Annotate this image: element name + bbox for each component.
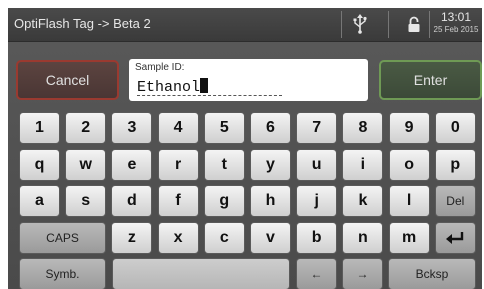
key-q[interactable]: q	[19, 149, 60, 181]
key-t[interactable]: t	[203, 149, 245, 181]
key-n[interactable]: n	[342, 222, 384, 254]
enter-button[interactable]: Enter	[379, 60, 482, 100]
key-i[interactable]: i	[342, 149, 384, 181]
text-cursor	[200, 78, 209, 93]
key-w[interactable]: w	[65, 149, 107, 181]
key-k[interactable]: k	[342, 185, 384, 217]
key-y[interactable]: y	[250, 149, 291, 181]
key-1[interactable]: 1	[19, 112, 60, 144]
key-j[interactable]: j	[296, 185, 338, 217]
clock-time: 13:01	[440, 10, 472, 24]
key-f[interactable]: f	[157, 185, 199, 217]
input-underline	[137, 95, 282, 96]
key-v[interactable]: v	[250, 222, 291, 254]
sample-id-field[interactable]: Sample ID: Ethanol	[129, 59, 368, 101]
key-c[interactable]: c	[203, 222, 245, 254]
key-a[interactable]: a	[19, 185, 60, 217]
sample-id-label: Sample ID:	[135, 62, 185, 73]
symbols-key[interactable]: Symb.	[19, 258, 106, 289]
left-arrow-key[interactable]: ←	[296, 258, 337, 289]
key-6[interactable]: 6	[250, 112, 291, 144]
right-arrow-key[interactable]: →	[342, 258, 383, 289]
key-0[interactable]: 0	[434, 112, 476, 144]
key-5[interactable]: 5	[203, 112, 245, 144]
divider	[341, 11, 342, 38]
key-z[interactable]: z	[111, 222, 153, 254]
key-8[interactable]: 8	[342, 112, 384, 144]
space-bar[interactable]	[112, 258, 290, 289]
usb-icon	[353, 14, 367, 34]
key-h[interactable]: h	[250, 185, 291, 217]
key-g[interactable]: g	[203, 185, 245, 217]
return-key[interactable]	[434, 222, 476, 254]
key-o[interactable]: o	[388, 149, 430, 181]
key-x[interactable]: x	[157, 222, 199, 254]
key-d[interactable]: d	[111, 185, 153, 217]
return-arrow-icon	[446, 232, 464, 244]
backspace-key[interactable]: Bcksp	[388, 258, 476, 289]
device-screen: OptiFlash Tag -> Beta 2 13:01 25 Feb 201…	[8, 8, 482, 289]
divider	[388, 11, 389, 38]
cancel-button[interactable]: Cancel	[16, 60, 119, 100]
key-l[interactable]: l	[388, 185, 430, 217]
key-p[interactable]: p	[434, 149, 476, 181]
title-bar: OptiFlash Tag -> Beta 2 13:01 25 Feb 201…	[8, 8, 482, 42]
key-7[interactable]: 7	[296, 112, 338, 144]
key-9[interactable]: 9	[388, 112, 430, 144]
caps-key[interactable]: CAPS	[19, 222, 106, 254]
key-2[interactable]: 2	[65, 112, 107, 144]
key-u[interactable]: u	[296, 149, 338, 181]
window-title: OptiFlash Tag -> Beta 2	[14, 16, 151, 31]
delete-key[interactable]: Del	[434, 185, 476, 217]
lock-icon[interactable]	[406, 14, 422, 34]
key-m[interactable]: m	[388, 222, 430, 254]
clock-date: 25 Feb 2015	[433, 25, 479, 34]
key-4[interactable]: 4	[157, 112, 199, 144]
key-3[interactable]: 3	[111, 112, 153, 144]
key-e[interactable]: e	[111, 149, 153, 181]
key-b[interactable]: b	[296, 222, 338, 254]
sample-id-value: Ethanol	[137, 78, 209, 96]
key-r[interactable]: r	[157, 149, 199, 181]
key-s[interactable]: s	[65, 185, 107, 217]
